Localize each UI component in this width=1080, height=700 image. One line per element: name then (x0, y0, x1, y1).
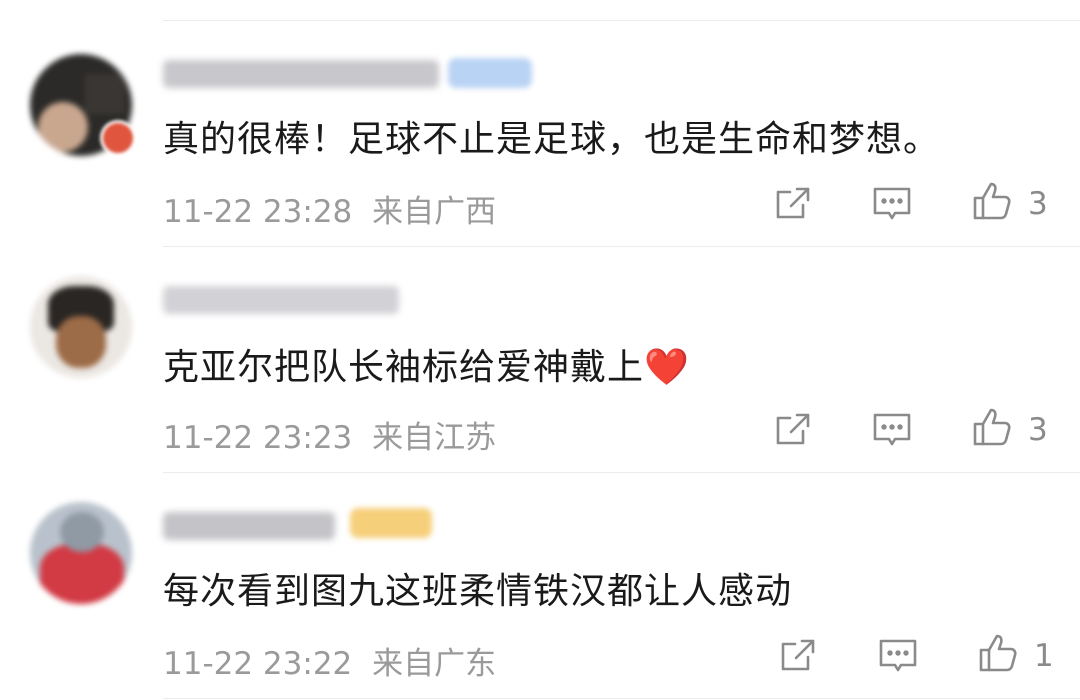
reply-button[interactable] (878, 635, 918, 675)
share-icon (776, 413, 810, 445)
reply-button[interactable] (872, 409, 912, 449)
reply-button[interactable] (872, 183, 912, 223)
comment-location: 来自广西 (372, 194, 497, 230)
verified-badge-icon (100, 120, 136, 156)
like-count: 1 (1034, 638, 1054, 674)
comment-item: 真的很棒！足球不止是足球，也是生命和梦想。 11-22 23:28 来自广西 3 (0, 20, 1080, 246)
comment-location: 来自江苏 (372, 420, 497, 456)
share-button[interactable] (773, 183, 813, 223)
username-blurred[interactable] (163, 286, 399, 314)
comment-icon (873, 187, 911, 220)
thumbs-up-icon (973, 408, 1011, 446)
comment-text: 每次看到图九这班柔情铁汉都让人感动 (163, 571, 793, 612)
comment-text: 克亚尔把队长袖标给爱神戴上❤️ (163, 347, 690, 388)
like-button[interactable] (972, 181, 1012, 221)
share-button[interactable] (773, 409, 813, 449)
username-blurred[interactable] (163, 512, 335, 540)
user-tag-badge (448, 58, 532, 88)
like-count: 3 (1028, 186, 1048, 222)
comment-meta: 11-22 23:23 来自江苏 (163, 412, 496, 457)
share-button[interactable] (778, 635, 818, 675)
like-count: 3 (1028, 412, 1048, 448)
like-button[interactable] (972, 407, 1012, 447)
share-icon (776, 187, 810, 219)
comment-icon (873, 413, 911, 446)
comment-item: 每次看到图九这班柔情铁汉都让人感动 11-22 23:22 来自广东 1 (0, 472, 1080, 698)
share-icon (781, 639, 815, 671)
comment-time: 11-22 23:22 (163, 646, 353, 682)
comment-location: 来自广东 (372, 646, 497, 682)
comment-divider (163, 698, 1080, 699)
thumbs-up-icon (979, 634, 1017, 672)
username-blurred[interactable] (163, 60, 439, 88)
comment-meta: 11-22 23:22 来自广东 (163, 638, 496, 683)
avatar[interactable] (30, 502, 132, 604)
comment-time: 11-22 23:28 (163, 194, 353, 230)
like-button[interactable] (978, 633, 1018, 673)
avatar[interactable] (30, 276, 132, 378)
user-tag-badge (350, 508, 432, 538)
comment-time: 11-22 23:23 (163, 420, 353, 456)
comment-item: 克亚尔把队长袖标给爱神戴上❤️ 11-22 23:23 来自江苏 3 (0, 246, 1080, 472)
comment-icon (879, 639, 917, 672)
comment-text: 真的很棒！足球不止是足球，也是生命和梦想。 (163, 119, 941, 160)
comment-meta: 11-22 23:28 来自广西 (163, 186, 496, 231)
thumbs-up-icon (973, 182, 1011, 220)
